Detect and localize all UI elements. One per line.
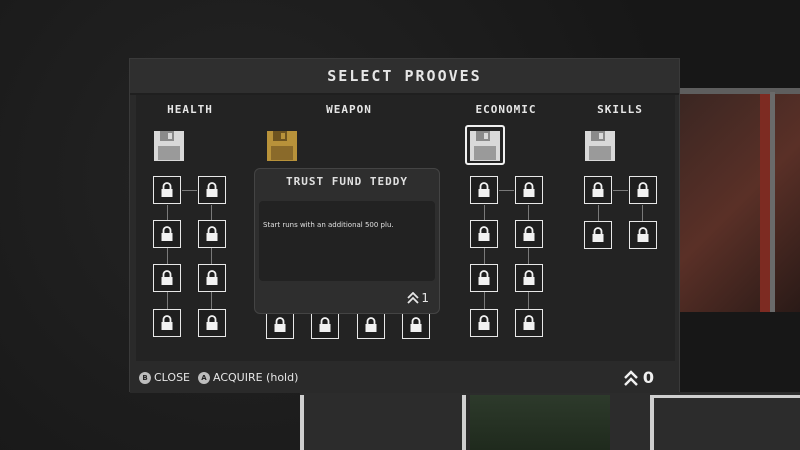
- background-floor-green: [470, 395, 610, 450]
- tree-connector: [642, 205, 643, 221]
- weapon-floppy-disk-icon[interactable]: [266, 130, 298, 162]
- background-room-edge: [770, 92, 775, 312]
- locked-proof-slot[interactable]: [357, 311, 385, 339]
- lock-icon: [523, 226, 535, 241]
- lock-icon: [592, 227, 604, 242]
- locked-proof-slot[interactable]: [402, 311, 430, 339]
- lock-icon: [523, 182, 535, 197]
- tree-connector: [598, 205, 599, 221]
- lock-icon: [478, 270, 490, 285]
- lock-icon: [478, 226, 490, 241]
- tooltip-cost-value: 1: [421, 291, 429, 305]
- lock-icon: [206, 315, 218, 330]
- locked-proof-slot[interactable]: [515, 176, 543, 204]
- background-room: [680, 92, 800, 312]
- currency-value: 0: [642, 368, 654, 387]
- locked-proof-slot[interactable]: [629, 221, 657, 249]
- locked-proof-slot[interactable]: [153, 176, 181, 204]
- locked-proof-slot[interactable]: [470, 264, 498, 292]
- lock-icon: [161, 270, 173, 285]
- background-room-wall: [760, 92, 770, 312]
- category-title-economic: ECONOMIC: [475, 103, 537, 116]
- locked-proof-slot[interactable]: [266, 311, 294, 339]
- lock-icon: [410, 317, 422, 332]
- background-wall-line: [650, 395, 654, 450]
- tooltip-description: Start runs with an additional 500 plu.: [263, 221, 394, 229]
- lock-icon: [161, 226, 173, 241]
- locked-proof-slot[interactable]: [198, 220, 226, 248]
- locked-proof-slot[interactable]: [153, 309, 181, 337]
- locked-proof-slot[interactable]: [515, 309, 543, 337]
- category-title-skills: SKILLS: [597, 103, 643, 116]
- tooltip-cost: 1: [407, 291, 429, 305]
- lock-icon: [478, 182, 490, 197]
- lock-icon: [274, 317, 286, 332]
- tooltip-body: Start runs with an additional 500 plu.: [259, 201, 435, 281]
- acquire-label: ACQUIRE (hold): [213, 371, 299, 384]
- locked-proof-slot[interactable]: [515, 264, 543, 292]
- lock-icon: [319, 317, 331, 332]
- tree-connector: [182, 190, 197, 191]
- locked-proof-slot[interactable]: [584, 221, 612, 249]
- locked-proof-slot[interactable]: [198, 264, 226, 292]
- locked-proof-slot[interactable]: [470, 176, 498, 204]
- background-wall-line: [650, 395, 800, 398]
- locked-proof-slot[interactable]: [515, 220, 543, 248]
- acquire-button[interactable]: A ACQUIRE (hold): [198, 371, 298, 384]
- double-chevron-up-icon: [624, 369, 638, 386]
- tree-connector: [499, 190, 514, 191]
- a-button-glyph-icon: A: [198, 371, 210, 384]
- lock-icon: [161, 182, 173, 197]
- locked-proof-slot[interactable]: [153, 264, 181, 292]
- lock-icon: [161, 315, 173, 330]
- lock-icon: [206, 182, 218, 197]
- lock-icon: [592, 182, 604, 197]
- category-title-health: HEALTH: [167, 103, 213, 116]
- lock-icon: [637, 227, 649, 242]
- lock-icon: [523, 270, 535, 285]
- locked-proof-slot[interactable]: [584, 176, 612, 204]
- locked-proof-slot[interactable]: [198, 309, 226, 337]
- lock-icon: [478, 315, 490, 330]
- panel-title: SELECT PROOVES: [130, 59, 679, 95]
- lock-icon: [365, 317, 377, 332]
- b-button-glyph-icon: B: [139, 371, 151, 384]
- background-wall-line: [462, 395, 466, 450]
- locked-proof-slot[interactable]: [470, 220, 498, 248]
- locked-proof-slot[interactable]: [198, 176, 226, 204]
- lock-icon: [523, 315, 535, 330]
- background-room-edge: [680, 88, 800, 94]
- locked-proof-slot[interactable]: [311, 311, 339, 339]
- category-title-weapon: WEAPON: [326, 103, 372, 116]
- currency-display: 0: [623, 368, 654, 387]
- lock-icon: [206, 226, 218, 241]
- skills-floppy-disk-icon[interactable]: [584, 130, 616, 162]
- economic-floppy-disk-icon[interactable]: [469, 130, 501, 162]
- tooltip-title: TRUST FUND TEDDY: [286, 175, 408, 188]
- locked-proof-slot[interactable]: [629, 176, 657, 204]
- lock-icon: [637, 182, 649, 197]
- close-button[interactable]: B CLOSE: [139, 371, 190, 384]
- locked-proof-slot[interactable]: [153, 220, 181, 248]
- double-chevron-up-icon: [407, 292, 419, 304]
- health-floppy-disk-icon[interactable]: [153, 130, 185, 162]
- lock-icon: [206, 270, 218, 285]
- proof-tooltip: TRUST FUND TEDDY Start runs with an addi…: [254, 168, 440, 314]
- background-wall-line: [300, 395, 304, 450]
- tree-connector: [613, 190, 628, 191]
- locked-proof-slot[interactable]: [470, 309, 498, 337]
- close-label: CLOSE: [154, 371, 191, 384]
